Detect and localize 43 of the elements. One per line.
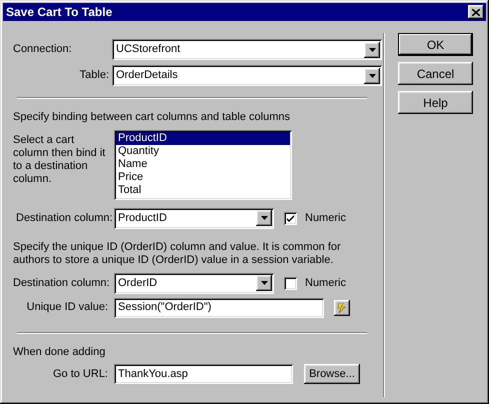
connection-label: Connection: <box>12 42 73 58</box>
caret-icon <box>260 281 268 285</box>
unique-id-label: Unique ID value: <box>26 300 109 316</box>
caret-icon <box>368 74 376 78</box>
dialog-button[interactable]: Cancel <box>398 62 473 85</box>
cart-column-item[interactable]: ProductID <box>116 132 290 144</box>
dialog-button[interactable]: Help <box>398 91 473 114</box>
unique-id-description: Specify the unique ID (OrderID) column and value. It is common for authors to store a unique ID (OrderID) value in a session variable. <box>12 240 342 266</box>
done-heading: When done adding <box>12 344 106 360</box>
browse-button[interactable]: Browse... <box>304 364 360 384</box>
destination-column-label: Destination column: <box>15 210 114 226</box>
connection-dropdown[interactable]: UCStorefront <box>112 39 382 60</box>
dialog-button[interactable]: OK <box>398 33 473 56</box>
lightning-icon <box>337 302 347 312</box>
cart-column-item[interactable]: Name <box>116 158 290 170</box>
caret-icon <box>260 216 268 220</box>
go-to-url-label: Go to URL: <box>52 366 109 382</box>
cart-column-item[interactable]: Quantity <box>116 144 290 158</box>
cart-column-item[interactable]: Total <box>116 184 290 196</box>
dropdown-arrow-button[interactable] <box>364 42 380 58</box>
url-field[interactable]: ThankYou.asp <box>114 364 293 384</box>
binding-instructions: Select a cart column then bind it to a destination column. <box>13 134 106 186</box>
dropdown-arrow-button[interactable] <box>364 68 380 84</box>
caret-icon <box>368 48 376 52</box>
checkmark-icon <box>286 214 295 222</box>
destination-column-label: Destination column: <box>12 276 111 291</box>
binding-heading: Specify binding between cart columns and table columns <box>12 110 291 125</box>
destination-column-dropdown[interactable]: ProductID <box>114 208 274 228</box>
numeric-checkbox[interactable] <box>284 276 297 290</box>
table-label: Table: <box>78 68 110 84</box>
numeric-checkbox[interactable] <box>284 212 297 224</box>
dropdown-arrow-button[interactable] <box>256 210 272 226</box>
close-button[interactable] <box>468 5 484 19</box>
numeric-label: Numeric <box>305 210 346 226</box>
dynamic-data-button[interactable] <box>334 300 350 316</box>
window-title: Save Cart To Table <box>6 4 114 21</box>
cart-column-item[interactable]: Price <box>116 170 290 184</box>
unique-id-field[interactable]: Session("OrderID") <box>114 298 324 318</box>
table-dropdown[interactable]: OrderDetails <box>112 65 382 86</box>
destination-column-dropdown[interactable]: OrderID <box>114 272 274 294</box>
dropdown-arrow-button[interactable] <box>256 275 272 291</box>
numeric-label: Numeric <box>305 276 346 291</box>
close-icon <box>472 8 480 16</box>
